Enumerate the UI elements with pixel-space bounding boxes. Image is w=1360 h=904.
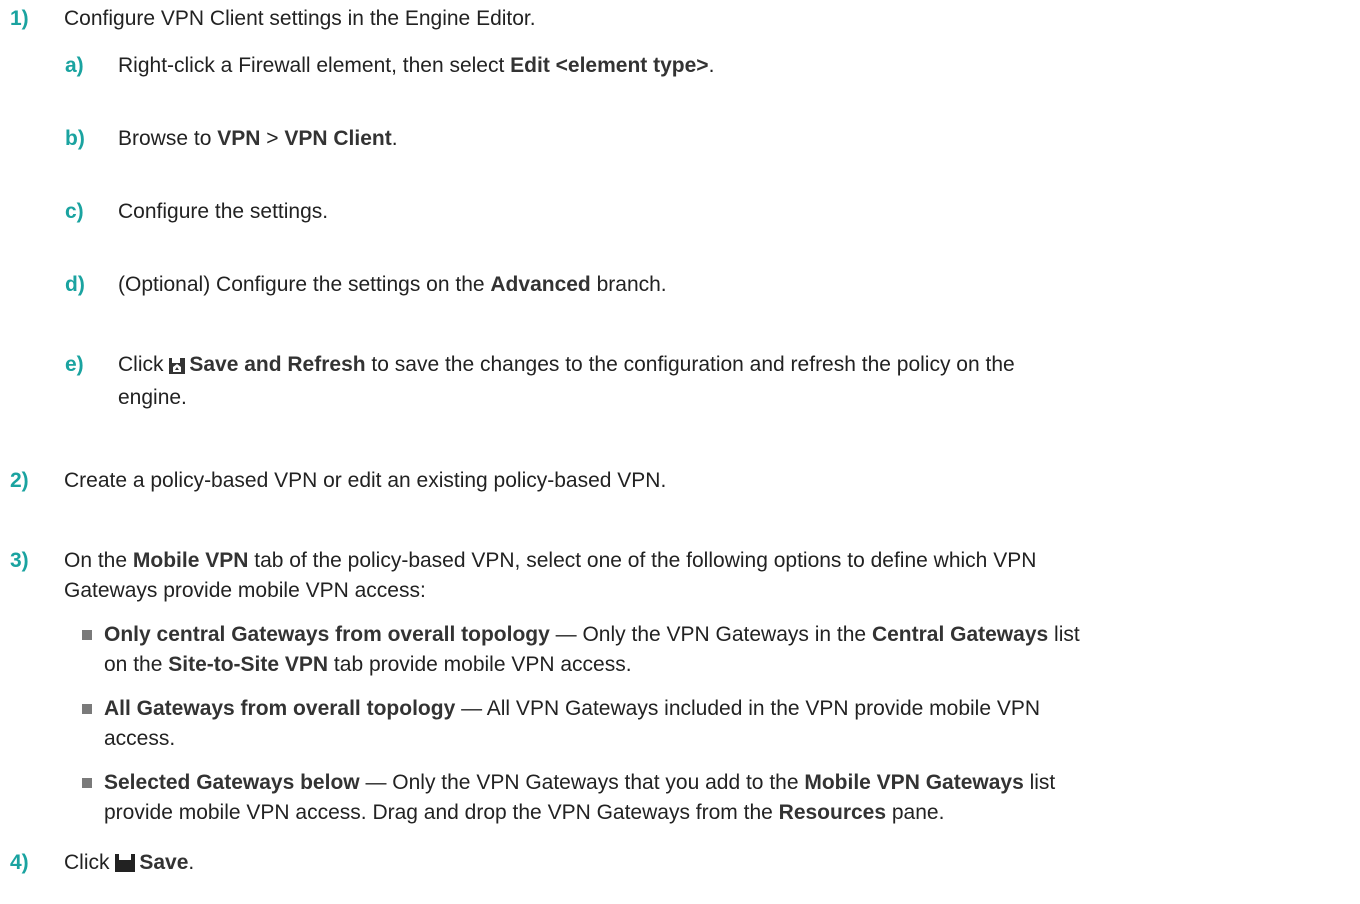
save-and-refresh-label: Save and Refresh [189,353,366,376]
element-type-label: Edit <element type> [510,54,709,77]
central-gateways-label: Central Gateways [871,623,1049,646]
bullet-item-selected: Selected Gateways below — Only the VPN G… [82,768,1330,828]
bullet-square-icon [82,778,92,788]
substep-text: (Optional) Configure the settings on the [118,273,491,296]
option-text-line2-end: tab provide mobile VPN access. [328,653,632,676]
substep-text: Right-click a Firewall element, then sel… [118,54,511,77]
bullet-square-icon [82,630,92,640]
substep-number: a) [65,54,84,77]
mobile-vpn-label: Mobile VPN [132,549,249,572]
vpn-label: VPN [217,127,261,150]
step-text-end: tab of the policy-based VPN, select one … [248,549,1037,572]
substep-c: c) Configure the settings. [65,197,1320,227]
save-label: Save [139,851,189,874]
step-number: 2) [10,469,29,492]
mobile-vpn-gateways-label: Mobile VPN Gateways [804,771,1024,794]
save-refresh-icon [169,353,186,383]
step-3: 3) On the Mobile VPN tab of the policy-b… [10,546,1320,606]
step-number: 3) [10,549,29,572]
substep-number: e) [65,353,84,376]
option-text: — Only the VPN Gateways in the [549,623,872,646]
step-text: Click [64,851,116,874]
option-text-line2: on the [104,653,169,676]
option-label: All Gateways from overall topology [104,697,456,720]
substep-number: d) [65,273,85,296]
advanced-label: Advanced [490,273,591,296]
option-text: — Only the VPN Gateways that you add to … [359,771,805,794]
option-text-end: list [1048,623,1080,646]
option-text-line2-end: pane. [886,801,945,824]
substep-text-end: branch. [590,273,667,296]
step-number: 4) [10,851,29,874]
save-icon [115,851,136,881]
substep-text-end: . [391,127,398,150]
resources-label: Resources [778,801,887,824]
substep-d: d) (Optional) Configure the settings on … [65,270,1320,300]
step-1: 1) Configure VPN Client settings in the … [10,4,1320,34]
substep-a: a) Right-click a Firewall element, then … [65,51,1320,81]
bullet-item-central: Only central Gateways from overall topol… [82,620,1330,680]
substep-text-end: . [708,54,715,77]
substep-b: b) Browse to VPN > VPN Client. [65,124,1320,154]
step-text: Configure VPN Client settings in the Eng… [64,7,536,30]
substep-e: e) Click Save and Refresh to save the ch… [65,350,1320,413]
option-text-line2: provide mobile VPN access. Drag and drop… [104,801,779,824]
option-text: — All VPN Gateways included in the VPN p… [455,697,1041,720]
vpn-client-label: VPN Client [284,127,392,150]
substep-number: c) [65,200,84,223]
bullet-item-all: All Gateways from overall topology — All… [82,694,1330,754]
substep-text-line2: engine. [118,386,187,409]
substep-text-end: to save the changes to the configuration… [365,353,1015,376]
substep-text: Configure the settings. [118,200,329,223]
step-text-end: . [188,851,195,874]
step-2: 2) Create a policy-based VPN or edit an … [10,466,1320,496]
step-number: 1) [10,7,29,30]
bullet-square-icon [82,704,92,714]
substep-number: b) [65,127,85,150]
step-text-line2: Gateways provide mobile VPN access: [64,579,426,602]
step-text: On the [64,549,133,572]
step-4: 4) Click Save. [10,848,1320,881]
option-text-line2: access. [104,727,176,750]
site-to-site-vpn-label: Site-to-Site VPN [168,653,329,676]
step-text: Create a policy-based VPN or edit an exi… [64,469,667,492]
option-label: Selected Gateways below [104,771,360,794]
option-label: Only central Gateways from overall topol… [104,623,550,646]
option-text-end: list [1023,771,1056,794]
separator: > [260,127,285,150]
substep-text: Click [118,353,170,376]
substep-text: Browse to [118,127,218,150]
